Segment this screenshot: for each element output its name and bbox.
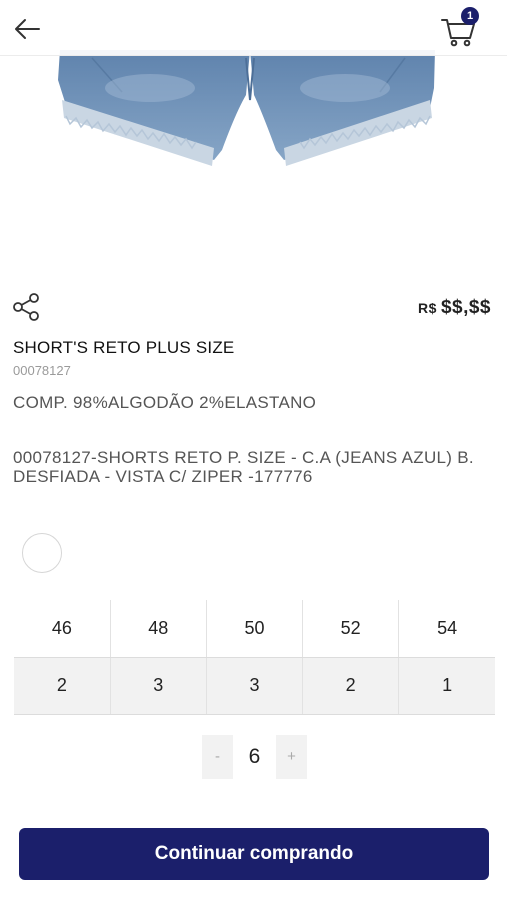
product-description: 00078127-SHORTS RETO P. SIZE - C.A (JEAN… <box>13 448 474 486</box>
quantity-value: 6 <box>248 745 261 768</box>
size-row: 46 48 50 52 54 <box>14 600 495 658</box>
product-composition: COMP. 98%ALGODÃO 2%ELASTANO <box>13 393 317 412</box>
quantity-decrease-button[interactable]: - <box>202 735 233 779</box>
size-quantity-cell[interactable]: 1 <box>398 657 495 715</box>
continue-shopping-button[interactable]: Continuar comprando <box>19 828 489 880</box>
size-cell[interactable]: 54 <box>398 600 495 658</box>
color-swatch[interactable] <box>22 533 62 573</box>
cart-button[interactable]: 1 <box>436 7 482 50</box>
size-quantity-cell[interactable]: 2 <box>14 657 111 715</box>
share-icon <box>13 293 39 321</box>
quantity-increase-button[interactable]: + <box>276 735 307 779</box>
size-cell[interactable]: 48 <box>110 600 207 658</box>
product-sku: 00078127 <box>13 363 71 378</box>
product-title: SHORT'S RETO PLUS SIZE <box>13 338 235 357</box>
size-quantity-cell[interactable]: 3 <box>206 657 304 715</box>
size-cell[interactable]: 50 <box>206 600 304 658</box>
top-bar: 1 <box>0 0 507 56</box>
size-cell[interactable]: 52 <box>302 600 400 658</box>
size-quantity-cell[interactable]: 3 <box>110 657 207 715</box>
quantity-row: 2 3 3 2 1 <box>14 657 495 715</box>
size-grid: 46 48 50 52 54 2 3 3 2 1 <box>14 600 495 715</box>
product-price: R$ $$,$$ <box>418 297 491 319</box>
price-currency: R$ <box>418 300 437 316</box>
price-value: $$,$$ <box>440 297 491 318</box>
share-button[interactable] <box>12 292 42 322</box>
cart-count-badge: 1 <box>461 7 479 25</box>
arrow-left-icon <box>15 19 40 39</box>
size-cell[interactable]: 46 <box>14 600 111 658</box>
back-button[interactable] <box>10 12 44 46</box>
size-quantity-cell[interactable]: 2 <box>302 657 400 715</box>
